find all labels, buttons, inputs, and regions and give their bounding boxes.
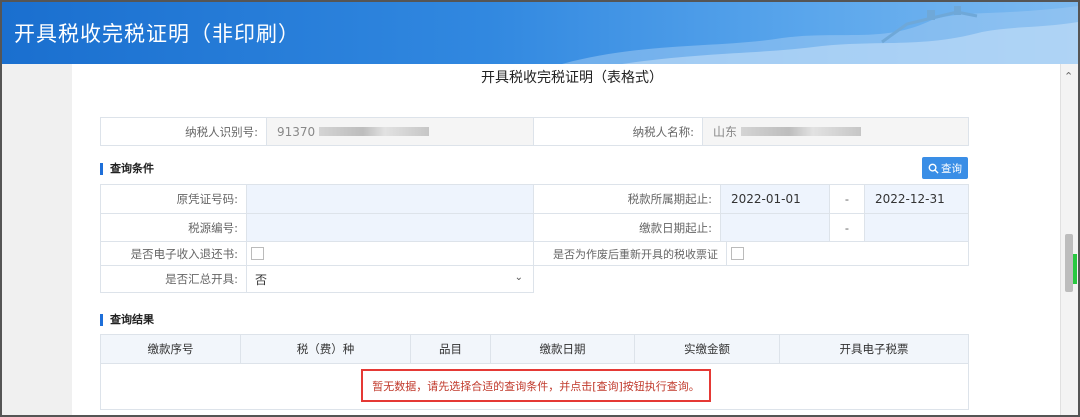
tax-source-input[interactable]	[246, 213, 534, 242]
col-header-e-ticket: 开具电子税票	[779, 334, 969, 364]
summary-label: 是否汇总开具:	[100, 265, 247, 293]
summary-select-value: 否	[255, 272, 268, 287]
tax-period-end[interactable]: 2022-12-31	[864, 184, 969, 214]
taxpayer-name-field: 山东	[702, 117, 969, 146]
summary-select[interactable]: 否 ⌄	[246, 265, 534, 293]
reissue-cell	[726, 241, 969, 266]
tax-period-label: 税款所属期起止:	[533, 184, 721, 214]
reissue-label: 是否为作废后重新开具的税收票证	[533, 241, 727, 266]
pay-date-end[interactable]	[864, 213, 969, 242]
col-header-item: 品目	[410, 334, 491, 364]
reissue-checkbox[interactable]	[731, 247, 744, 260]
orig-cert-label: 原凭证号码:	[100, 184, 247, 214]
e-refund-label: 是否电子收入退还书:	[100, 241, 247, 266]
col-header-tax-type: 税（费）种	[240, 334, 411, 364]
window-title: 开具税收完税证明（非印刷）	[14, 22, 300, 46]
query-button[interactable]: 查询	[922, 157, 968, 179]
taxpayer-name-value: 山东	[713, 125, 738, 139]
chevron-down-icon: ⌄	[514, 272, 523, 283]
vertical-scrollbar[interactable]: ⌃	[1060, 64, 1078, 415]
query-section-title: 查询条件	[100, 163, 154, 175]
form-title: 开具税收完税证明（表格式）	[481, 70, 663, 86]
redaction-mask	[319, 127, 430, 136]
search-icon	[928, 163, 939, 174]
empty-message: 暂无数据，请先选择合适的查询条件，并点击[查询]按钮执行查询。	[361, 369, 711, 402]
tax-period-separator: -	[829, 184, 865, 214]
scrollbar-thumb[interactable]	[1065, 234, 1073, 292]
orig-cert-input[interactable]	[246, 184, 534, 214]
results-section-title: 查询结果	[100, 314, 154, 326]
pay-date-separator: -	[829, 213, 865, 242]
e-refund-cell	[246, 241, 534, 266]
col-header-pay-date: 缴款日期	[490, 334, 635, 364]
form-panel: 开具税收完税证明（表格式） 纳税人识别号: 91370 纳税人名称: 山东 查询…	[72, 64, 1072, 415]
title-bar: 开具税收完税证明（非印刷）	[2, 2, 1078, 64]
page-body: 开具税收完税证明（表格式） 纳税人识别号: 91370 纳税人名称: 山东 查询…	[2, 64, 1078, 415]
col-header-serial: 缴款序号	[100, 334, 241, 364]
chevron-up-icon[interactable]: ⌃	[1064, 70, 1073, 83]
tax-source-label: 税源编号:	[100, 213, 247, 242]
pay-date-label: 缴款日期起止:	[533, 213, 721, 242]
col-header-amount: 实缴金额	[634, 334, 780, 364]
taxpayer-id-label: 纳税人识别号:	[100, 117, 267, 146]
taxpayer-name-label: 纳税人名称:	[533, 117, 703, 146]
app-window: 开具税收完税证明（非印刷） 开具税收完税证明（表格式） 纳税人识别号: 9137…	[0, 0, 1080, 417]
taxpayer-id-value: 91370	[277, 124, 316, 139]
scroll-indicator	[1073, 254, 1077, 284]
query-button-label: 查询	[941, 162, 962, 175]
tax-period-start[interactable]: 2022-01-01	[720, 184, 830, 214]
e-refund-checkbox[interactable]	[251, 247, 264, 260]
redaction-mask	[741, 127, 862, 136]
taxpayer-id-field: 91370	[266, 117, 534, 146]
pay-date-start[interactable]	[720, 213, 830, 242]
